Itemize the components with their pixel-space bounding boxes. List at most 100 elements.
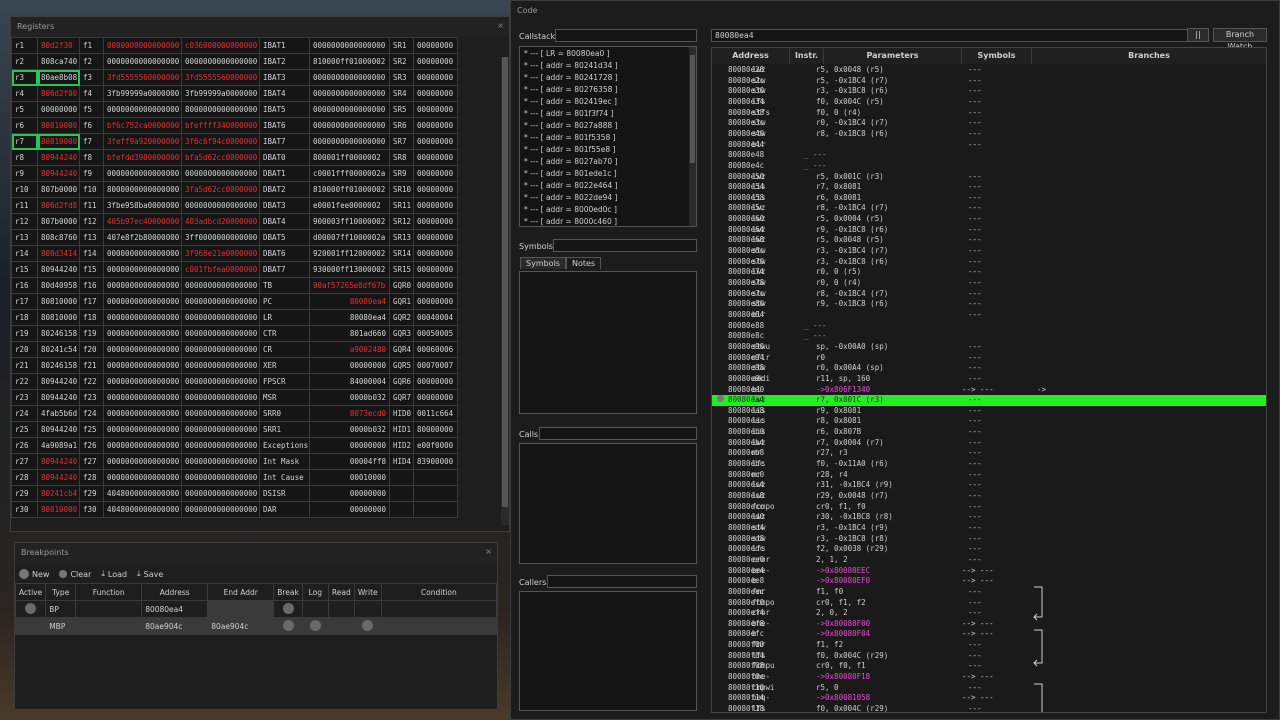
register-cell[interactable]: 80810000 — [37, 309, 80, 326]
register-cell[interactable]: 80944240 — [37, 421, 80, 438]
register-cell[interactable]: r3 — [11, 69, 38, 86]
register-cell[interactable]: f17 — [79, 293, 104, 310]
register-cell[interactable]: HID1 — [389, 421, 414, 438]
register-cell[interactable]: 80241cb4 — [37, 485, 80, 502]
register-cell[interactable]: DSISR — [259, 485, 310, 502]
register-cell[interactable]: f24 — [79, 405, 104, 422]
register-cell[interactable]: IBAT1 — [259, 37, 310, 54]
register-cell[interactable]: f27 — [79, 453, 104, 470]
register-cell[interactable]: 80944240 — [37, 469, 80, 486]
register-cell[interactable]: f8 — [79, 149, 104, 166]
register-cell[interactable]: 00000000 — [413, 133, 458, 150]
register-cell[interactable]: 00000000 — [309, 485, 390, 502]
callstack-item[interactable]: * --- [ addr = 801f55e8 ] — [520, 144, 696, 156]
register-cell[interactable]: 4048000000000000 — [103, 485, 182, 502]
callstack-item[interactable]: * --- [ addr = 8022de94 ] — [520, 192, 696, 204]
register-cell[interactable]: r26 — [11, 437, 38, 454]
register-cell[interactable]: 0000000000000000 — [309, 133, 390, 150]
bp-header-cell[interactable]: Active — [15, 583, 47, 601]
register-cell[interactable]: f28 — [79, 469, 104, 486]
register-cell[interactable]: 00000000 — [413, 229, 458, 246]
register-cell[interactable]: GQR4 — [389, 341, 414, 358]
register-cell[interactable]: 0000000000000000 — [181, 485, 260, 502]
register-cell[interactable]: 00000000 — [413, 277, 458, 294]
register-cell[interactable]: 807b0000 — [37, 181, 80, 198]
register-cell[interactable]: 0000000000000000 — [103, 293, 182, 310]
bp-header-cell[interactable]: Write — [353, 583, 382, 601]
register-cell[interactable]: r29 — [11, 485, 38, 502]
bp-header-cell[interactable]: Condition — [380, 583, 497, 601]
register-cell[interactable]: 0000000000000000 — [181, 501, 260, 518]
clear-breakpoints-button[interactable]: Clear — [59, 570, 91, 579]
register-cell[interactable]: SR2 — [389, 53, 414, 70]
register-cell[interactable]: 00000000 — [413, 117, 458, 134]
register-cell[interactable]: f9 — [79, 165, 104, 182]
register-cell[interactable]: 80944240 — [37, 373, 80, 390]
register-cell[interactable]: 00050005 — [413, 325, 458, 342]
register-cell[interactable]: DBAT4 — [259, 213, 310, 230]
register-cell[interactable]: f7 — [79, 133, 104, 150]
register-cell[interactable] — [413, 469, 458, 486]
register-cell[interactable]: r27 — [11, 453, 38, 470]
callers-list[interactable] — [519, 591, 697, 711]
toggle-dot-icon[interactable] — [282, 619, 294, 631]
register-cell[interactable]: 00000000 — [413, 293, 458, 310]
register-cell[interactable]: 0000000000000000 — [103, 53, 182, 70]
register-cell[interactable]: 0000000000000000 — [181, 469, 260, 486]
register-cell[interactable]: 00004ff8 — [309, 453, 390, 470]
callstack-item[interactable]: * --- [ addr = 801f5358 ] — [520, 132, 696, 144]
register-cell[interactable]: 0000000000000000 — [181, 405, 260, 422]
register-cell[interactable]: 3fa5d62cc0000000 — [181, 181, 260, 198]
register-cell[interactable]: 0000b032 — [309, 421, 390, 438]
register-cell[interactable]: 0000000000000000 — [309, 85, 390, 102]
register-cell[interactable]: 0000000000000000 — [103, 325, 182, 342]
register-cell[interactable]: 0000000000000000 — [181, 53, 260, 70]
register-cell[interactable]: e00f0000 — [413, 437, 458, 454]
register-cell[interactable]: 0000000000000000 — [103, 165, 182, 182]
toggle-dot-icon[interactable] — [309, 619, 321, 631]
register-cell[interactable]: HID2 — [389, 437, 414, 454]
register-cell[interactable]: 810000ff01000002 — [309, 53, 390, 70]
calls-filter-input[interactable] — [539, 427, 697, 440]
register-cell[interactable]: 0000000000000000 — [181, 325, 260, 342]
callstack-item[interactable]: * --- [ addr = 80241d34 ] — [520, 60, 696, 72]
register-cell[interactable]: GQR3 — [389, 325, 414, 342]
register-cell[interactable]: 00000000 — [413, 245, 458, 262]
register-cell[interactable]: f22 — [79, 373, 104, 390]
register-cell[interactable]: GQR2 — [389, 309, 414, 326]
register-cell[interactable]: d00007ff1000002a — [309, 229, 390, 246]
register-cell[interactable]: GQR0 — [389, 277, 414, 294]
register-cell[interactable]: f30 — [79, 501, 104, 518]
register-cell[interactable]: DBAT1 — [259, 165, 310, 182]
register-cell[interactable]: f26 — [79, 437, 104, 454]
register-cell[interactable]: c0001fff0000002a — [309, 165, 390, 182]
register-cell[interactable]: 00000000 — [309, 437, 390, 454]
register-cell[interactable]: 930000ff13000002 — [309, 261, 390, 278]
register-cell[interactable]: 83900000 — [413, 453, 458, 470]
register-cell[interactable]: 0000000000000000 — [103, 245, 182, 262]
register-cell[interactable]: 00010000 — [309, 469, 390, 486]
register-cell[interactable]: bf6c752ca0000000 — [103, 117, 182, 134]
register-cell[interactable]: a9002480 — [309, 341, 390, 358]
register-cell[interactable]: 405b97ec40000000 — [103, 213, 182, 230]
register-cell[interactable]: f13 — [79, 229, 104, 246]
register-cell[interactable]: 80241c54 — [37, 341, 80, 358]
register-cell[interactable]: 00040004 — [413, 309, 458, 326]
register-cell[interactable]: 806d2f00 — [37, 85, 80, 102]
register-cell[interactable]: 00000000 — [413, 181, 458, 198]
register-cell[interactable]: 0000000000000000 — [309, 37, 390, 54]
bp-log-cell[interactable] — [301, 617, 329, 635]
register-cell[interactable]: 00000000 — [413, 53, 458, 70]
register-cell[interactable]: 0000000000000000 — [309, 117, 390, 134]
register-cell[interactable]: GQR7 — [389, 389, 414, 406]
register-cell[interactable]: 80944240 — [37, 453, 80, 470]
register-cell[interactable]: 0000000000000000 — [181, 165, 260, 182]
register-cell[interactable]: r1 — [11, 37, 38, 54]
register-cell[interactable]: f12 — [79, 213, 104, 230]
register-cell[interactable]: f23 — [79, 389, 104, 406]
register-cell[interactable]: 808c8760 — [37, 229, 80, 246]
register-cell[interactable]: SR1 — [389, 37, 414, 54]
callstack-filter-input[interactable] — [555, 29, 697, 42]
register-cell[interactable]: f20 — [79, 341, 104, 358]
register-cell[interactable]: 0000000000000000 — [181, 357, 260, 374]
